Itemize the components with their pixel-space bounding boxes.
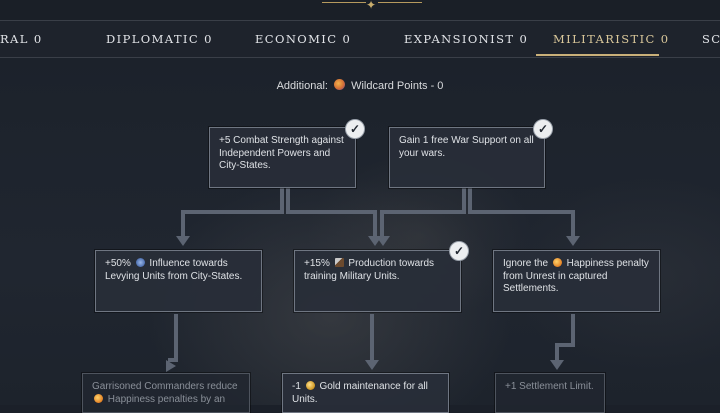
node-text: +1 Settlement Limit. <box>505 381 594 392</box>
node-combat-strength[interactable]: +5 Combat Strength against Independent P… <box>209 127 356 188</box>
node-prefix: Ignore the <box>503 258 549 269</box>
node-production[interactable]: +15% Production towards training Militar… <box>294 250 461 312</box>
node-happiness[interactable]: Ignore the Happiness penalty from Unrest… <box>493 250 660 312</box>
production-icon <box>334 258 344 267</box>
node-prefix: -1 <box>292 381 301 392</box>
completed-check-icon: ✓ <box>449 241 469 261</box>
gold-icon <box>305 381 315 390</box>
node-text: +5 Combat Strength against Independent P… <box>219 135 344 171</box>
node-garrisoned-commanders[interactable]: Garrisoned Commanders reduce Happiness p… <box>82 373 250 413</box>
node-text: Gain 1 free War Support on all your wars… <box>399 135 534 159</box>
node-text: Happiness penalties by an <box>107 393 226 405</box>
completed-check-icon: ✓ <box>533 119 553 139</box>
happiness-icon <box>94 393 103 403</box>
node-prefix: +50% <box>105 258 131 269</box>
node-influence[interactable]: +50% Influence towards Levying Units fro… <box>95 250 262 312</box>
node-gold-maintenance[interactable]: -1 Gold maintenance for all Units. <box>282 373 449 413</box>
node-war-support[interactable]: Gain 1 free War Support on all your wars… <box>389 127 545 188</box>
node-prefix: +15% <box>304 258 330 269</box>
influence-icon <box>135 258 145 267</box>
completed-check-icon: ✓ <box>345 119 365 139</box>
tree-connectors <box>166 188 580 372</box>
node-prefix: Garrisoned Commanders reduce <box>92 381 238 392</box>
node-settlement-limit[interactable]: +1 Settlement Limit. <box>495 373 605 413</box>
happiness-icon <box>552 258 562 267</box>
